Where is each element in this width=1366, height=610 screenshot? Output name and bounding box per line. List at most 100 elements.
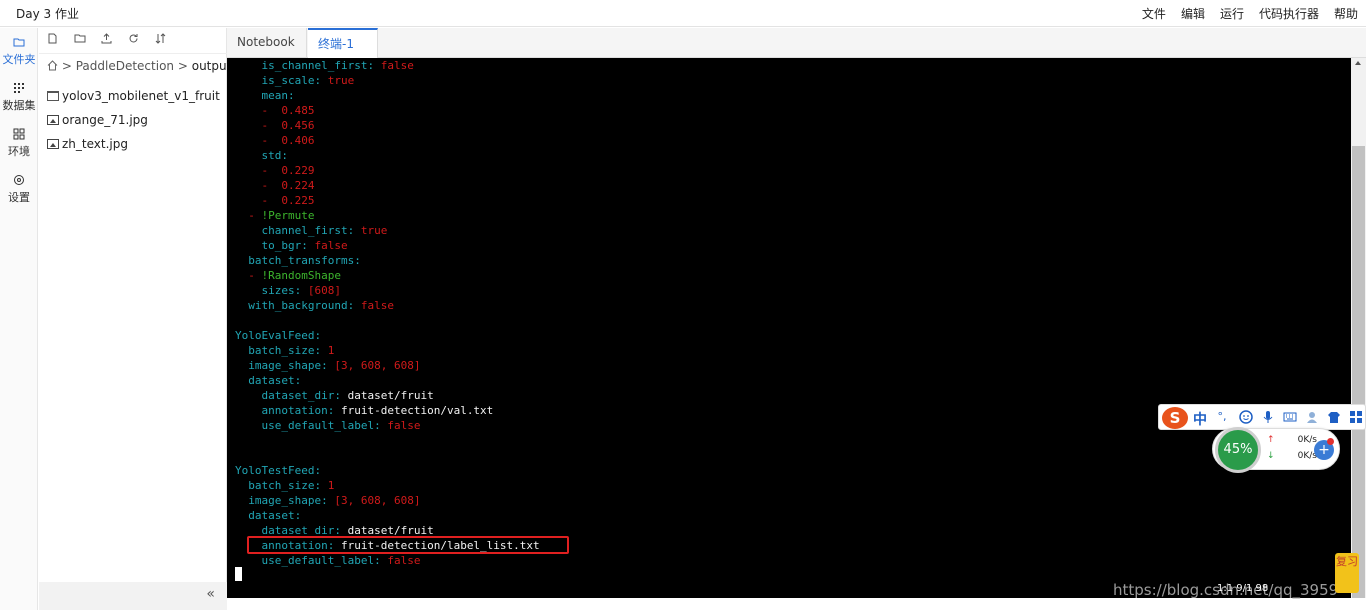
up-arrow-icon: ↑	[1267, 435, 1275, 445]
title-bar: Day 3 作业 文件 编辑 运行 代码执行器 帮助	[0, 0, 1366, 27]
terminal-output[interactable]: is_channel_first: false is_scale: true m…	[227, 58, 1351, 598]
list-item[interactable]: yolov3_mobilenet_v1_fruit	[47, 84, 220, 108]
line-space	[321, 344, 328, 357]
line-key: use_default_label	[261, 554, 375, 567]
scroll-up-icon[interactable]	[1355, 61, 1361, 65]
line-dash: -	[261, 104, 275, 117]
ime-mode[interactable]: 中	[1193, 409, 1207, 429]
file-name: zh_text.jpg	[62, 137, 128, 151]
review-widget[interactable]: 复习	[1335, 553, 1359, 593]
sidebar-item-settings[interactable]: 设置	[0, 174, 38, 205]
terminal-line: - !Permute	[235, 208, 314, 223]
grid-icon[interactable]	[1349, 410, 1363, 424]
line-colon: :	[301, 239, 308, 252]
line-colon: :	[321, 359, 328, 372]
line-key: image_shape	[248, 359, 322, 372]
new-file-icon[interactable]	[47, 33, 58, 47]
terminal-line: - 0.485	[235, 103, 315, 118]
file-toolbar	[39, 28, 227, 54]
terminal-line: batch_size: 1	[235, 478, 334, 493]
tab-terminal[interactable]: 终端-1 ×	[308, 28, 378, 79]
image-file-icon	[47, 139, 59, 149]
list-item[interactable]: zh_text.jpg	[47, 132, 220, 156]
terminal-line: - 0.225	[235, 193, 315, 208]
folder-icon	[0, 36, 38, 52]
line-value: false	[380, 59, 414, 72]
line-value: false	[360, 299, 394, 312]
line-value: 1	[327, 479, 335, 492]
user-icon[interactable]	[1305, 410, 1319, 424]
line-key: batch_transforms	[248, 254, 355, 267]
sidebar-item-folder[interactable]: 文件夹	[0, 36, 38, 67]
punct-icon[interactable]: °,	[1215, 410, 1229, 424]
list-item[interactable]: orange_71.jpg	[47, 108, 220, 132]
notification-dot	[1327, 438, 1334, 445]
menu-bar: 文件 编辑 运行 代码执行器 帮助	[1127, 5, 1358, 22]
folder-icon	[47, 91, 59, 101]
tab-bar: Notebook 终端-1 ×	[227, 28, 1366, 79]
skin-icon[interactable]	[1327, 410, 1341, 424]
line-key: dataset	[248, 374, 295, 387]
breadcrumb-sep: >	[177, 59, 188, 73]
terminal-line: - 0.406	[235, 133, 315, 148]
line-value: false	[387, 554, 421, 567]
terminal-line: use_default_label: false	[235, 418, 421, 433]
line-key: YoloEvalFeed	[235, 329, 315, 342]
menu-run[interactable]: 运行	[1220, 5, 1244, 22]
line-key: std	[261, 149, 282, 162]
line-value: 0.229	[281, 164, 315, 177]
terminal-line: dataset_dir: dataset/fruit	[235, 388, 434, 403]
sidebar-item-environment[interactable]: 环境	[0, 128, 38, 159]
home-icon[interactable]	[47, 60, 58, 74]
settings-icon	[0, 174, 38, 190]
network-speed-widget[interactable]: 45% ↑ 0K/s ↓ 0K/s +	[1212, 427, 1340, 473]
menu-help[interactable]: 帮助	[1334, 5, 1358, 22]
line-colon: :	[314, 464, 322, 477]
sogou-logo[interactable]: S	[1162, 407, 1188, 429]
line-space	[308, 239, 315, 252]
sort-icon[interactable]	[155, 33, 166, 47]
collapse-icon[interactable]: «	[206, 586, 215, 602]
line-dash: -	[261, 119, 275, 132]
tab-notebook[interactable]: Notebook	[227, 28, 307, 58]
line-dash: -	[261, 164, 275, 177]
line-space	[321, 479, 328, 492]
terminal-line: YoloTestFeed:	[235, 463, 321, 478]
terminal-line: batch_transforms:	[235, 253, 361, 268]
upload-icon[interactable]	[101, 33, 112, 47]
line-space	[341, 389, 348, 402]
menu-code-executor[interactable]: 代码执行器	[1259, 5, 1319, 22]
line-text: fruit-detection/val.txt	[340, 404, 494, 417]
terminal-scrollbar[interactable]	[1351, 58, 1366, 604]
line-dash: -	[261, 179, 275, 192]
line-colon: :	[321, 494, 328, 507]
line-value: 0.225	[281, 194, 315, 207]
new-folder-icon[interactable]	[74, 33, 86, 47]
emoji-icon[interactable]	[1239, 410, 1253, 424]
line-key: is_scale	[261, 74, 315, 87]
menu-edit[interactable]: 编辑	[1181, 5, 1205, 22]
line-space	[301, 284, 308, 297]
menu-file[interactable]: 文件	[1142, 5, 1166, 22]
scrollbar-thumb[interactable]	[1352, 146, 1365, 604]
refresh-icon[interactable]	[128, 33, 139, 47]
line-value: 0.456	[281, 119, 315, 132]
breadcrumb-parent[interactable]: PaddleDetection	[76, 59, 174, 73]
line-value: [3, 608, 608]	[334, 494, 421, 507]
sidebar-item-dataset[interactable]: 数据集	[0, 82, 38, 113]
mic-icon[interactable]	[1261, 410, 1275, 424]
file-explorer: > PaddleDetection > output yolov3_mobile…	[39, 28, 231, 610]
terminal-line: with_background: false	[235, 298, 394, 313]
terminal-cursor	[235, 567, 242, 581]
keyboard-icon[interactable]	[1283, 410, 1297, 424]
panel-footer: «	[39, 582, 227, 610]
ime-toolbar[interactable]: S 中 °,	[1158, 404, 1366, 430]
line-key: annotation	[261, 404, 328, 417]
